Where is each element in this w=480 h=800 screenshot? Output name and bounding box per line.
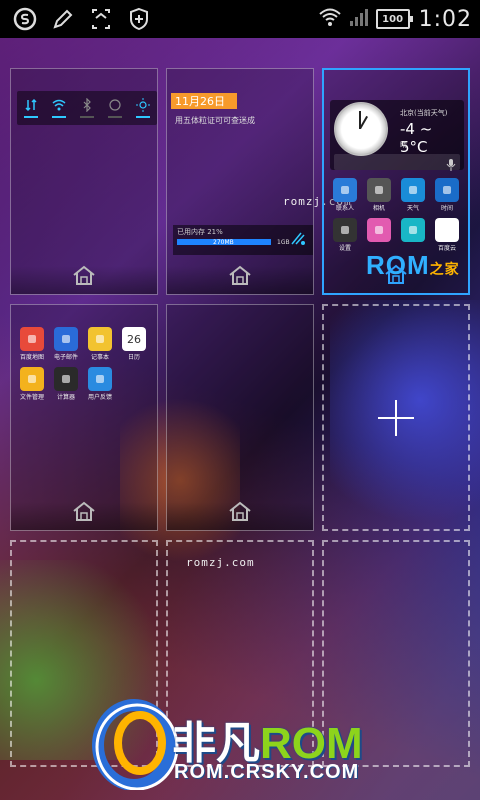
app-contacts[interactable]: 联系人 <box>328 178 362 218</box>
app-label: 设置 <box>338 245 351 252</box>
crsky-swirl-icon <box>92 699 179 790</box>
app-camera[interactable]: 相机 <box>362 178 396 218</box>
memory-bar: 270MB <box>177 239 271 246</box>
app-grid: 百度地图 电子邮件 记事本 26 日历文件管理 计算器 用户反馈 <box>15 327 155 407</box>
weather-city: 北京(当前天气) <box>400 109 448 117</box>
notes-icon <box>88 327 112 351</box>
data-toggle-icon[interactable] <box>21 93 41 123</box>
analog-clock-icon <box>334 102 388 156</box>
app-notes[interactable]: 记事本 <box>83 327 117 367</box>
baidu-cloud-icon <box>435 218 459 242</box>
add-screen-plus-icon[interactable] <box>378 399 414 436</box>
sync-toggle-icon[interactable] <box>105 93 125 123</box>
app-label: 记事本 <box>90 354 109 361</box>
app-clock[interactable]: 时间 <box>430 178 464 218</box>
crsky-url: ROM.CRSKY.COM <box>174 761 360 783</box>
brightness-toggle-icon[interactable] <box>133 93 153 123</box>
app-weather[interactable]: 天气 <box>396 178 430 218</box>
battery-level: 100 <box>375 9 410 29</box>
screenshot-icon[interactable] <box>88 6 114 32</box>
weather-icon <box>401 178 425 202</box>
app-feedback[interactable]: 用户反馈 <box>83 367 117 407</box>
app-calendar[interactable]: 26 日历 <box>117 327 151 367</box>
app-settings[interactable]: 设置 <box>328 218 362 258</box>
bluetooth-toggle-icon[interactable] <box>77 93 97 123</box>
email-icon <box>54 327 78 351</box>
screen-preview-1[interactable] <box>10 68 158 295</box>
home-icon[interactable] <box>383 263 409 289</box>
app-folder[interactable]: 文件管理 <box>15 367 49 407</box>
memory-used: 270MB <box>213 239 234 246</box>
watermark-text: romzj.com <box>186 556 255 569</box>
app-grid: 联系人 相机 天气 时间 设置 百度云 <box>328 178 468 258</box>
app-label: 文件管理 <box>19 394 44 401</box>
battery-icon: 100 <box>375 9 413 29</box>
app-label: 计算器 <box>56 394 75 401</box>
calendar-icon: 26 <box>122 327 146 351</box>
clock-time: 1:02 <box>418 6 472 32</box>
app-label: 天气 <box>406 205 419 212</box>
home-icon[interactable] <box>71 500 97 526</box>
feedback-icon <box>88 367 112 391</box>
settings-icon <box>333 218 357 242</box>
app-label: 时间 <box>440 205 453 212</box>
pen-icon[interactable] <box>50 6 76 32</box>
app-map[interactable]: 百度地图 <box>15 327 49 367</box>
clean-icon[interactable] <box>289 229 307 251</box>
app-label: 用户反馈 <box>87 394 112 401</box>
home-icon[interactable] <box>227 264 253 290</box>
clock-icon <box>435 178 459 202</box>
memory-widget[interactable]: 已用内存 21% 270MB 1GB <box>173 225 313 255</box>
app-label: 联系人 <box>335 205 354 212</box>
wifi-icon <box>318 7 342 31</box>
home-icon[interactable] <box>227 500 253 526</box>
search-bar[interactable] <box>334 154 460 171</box>
quick-settings-widget[interactable] <box>17 91 157 125</box>
app-label: 日历 <box>127 354 140 361</box>
calendar-note: 用五体粒证可可查迷成 <box>175 116 255 125</box>
calendar-date-badge: 11月26日 <box>171 93 237 109</box>
add-screen-slot[interactable] <box>322 304 470 531</box>
headset-icon <box>401 218 425 242</box>
shield-s-icon[interactable] <box>12 6 38 32</box>
contacts-icon <box>333 178 357 202</box>
app-email[interactable]: 电子邮件 <box>49 327 83 367</box>
screen-preview-5[interactable] <box>166 304 314 531</box>
weather-condition: 晴 <box>400 141 407 149</box>
security-plus-icon[interactable] <box>126 6 152 32</box>
app-label: 百度地图 <box>19 354 44 361</box>
weather-temp: -4 ~ 5°C <box>400 120 433 156</box>
calculator-icon <box>54 367 78 391</box>
mic-icon[interactable] <box>446 156 456 175</box>
screen-preview-4[interactable]: 百度地图 电子邮件 记事本 26 日历文件管理 计算器 用户反馈 <box>10 304 158 531</box>
screen-preview-2[interactable]: 11月26日 用五体粒证可可查迷成 romzj.com 已用内存 21% 270… <box>166 68 351 295</box>
app-calculator[interactable]: 计算器 <box>49 367 83 407</box>
crsky-watermark-logo: 非凡ROM ROM.CRSKY.COM <box>92 695 402 790</box>
status-bar: 100 1:02 <box>0 0 480 38</box>
map-icon <box>20 327 44 351</box>
memory-label: 已用内存 21% <box>177 228 223 236</box>
rom-logo-sub: 之家 <box>429 261 460 277</box>
signal-icon <box>348 7 370 31</box>
app-label: 相机 <box>372 205 385 212</box>
camera-icon <box>367 178 391 202</box>
home-icon[interactable] <box>71 264 97 290</box>
memory-total: 1GB <box>277 239 290 246</box>
screen-preview-3[interactable]: 北京(当前天气) -4 ~ 5°C 晴 联系人 相机 天气 时间 设置 百度云 ROM之家 <box>322 68 470 295</box>
app-label: 电子邮件 <box>53 354 78 361</box>
folder-icon <box>20 367 44 391</box>
rom-logo: ROM之家 <box>366 250 460 281</box>
wifi-toggle-icon[interactable] <box>49 93 69 123</box>
tools-icon <box>367 218 391 242</box>
